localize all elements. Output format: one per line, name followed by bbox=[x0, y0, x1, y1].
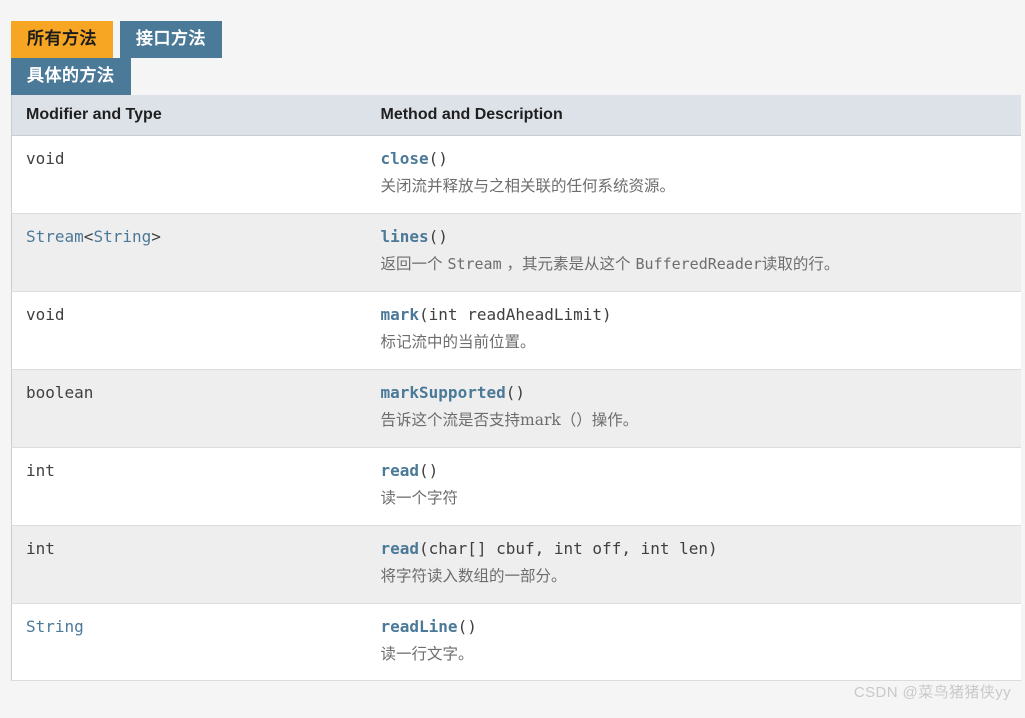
type-link-stream[interactable]: Stream bbox=[26, 227, 84, 246]
method-signature: read(char[] cbuf, int off, int len) bbox=[381, 539, 1009, 558]
table-row: boolean markSupported() 告诉这个流是否支持mark（）操… bbox=[11, 369, 1021, 448]
type-generic-open: < bbox=[83, 226, 94, 246]
method-args: (char[] cbuf, int off, int len) bbox=[419, 538, 718, 558]
method-summary-table: Modifier and Type Method and Description… bbox=[11, 95, 1021, 682]
method-name-link[interactable]: read bbox=[381, 539, 420, 558]
table-header-row: Modifier and Type Method and Description bbox=[11, 95, 1021, 136]
cell-modifier-type: void bbox=[11, 135, 367, 214]
csdn-watermark: CSDN @菜鸟猪猪侠yy bbox=[853, 684, 1011, 701]
method-name-link[interactable]: lines bbox=[381, 227, 429, 246]
tab-concrete-methods[interactable]: 具体的方法 bbox=[11, 58, 131, 95]
cell-method-description: mark(int readAheadLimit) 标记流中的当前位置。 bbox=[366, 291, 1021, 370]
type-text: int bbox=[26, 460, 55, 480]
method-description: 返回一个 Stream ，其元素是从这个 BufferedReader读取的行。 bbox=[381, 254, 1009, 275]
description-code-bufferedreader: BufferedReader bbox=[635, 254, 762, 273]
table-row: int read() 读一个字符 bbox=[11, 447, 1021, 526]
cell-modifier-type: int bbox=[11, 525, 367, 604]
cell-modifier-type: int bbox=[11, 447, 367, 526]
method-name-link[interactable]: read bbox=[381, 461, 420, 480]
cell-method-description: readLine() 读一行文字。 bbox=[366, 603, 1021, 682]
method-name-link[interactable]: markSupported bbox=[381, 383, 506, 402]
method-args: () bbox=[505, 382, 525, 402]
type-text: void bbox=[26, 149, 65, 168]
table-row: Stream<String> lines() 返回一个 Stream ，其元素是… bbox=[11, 213, 1021, 292]
type-generic-close: > bbox=[151, 226, 161, 246]
table-header: Modifier and Type Method and Description bbox=[11, 95, 1021, 136]
type-text: void bbox=[26, 304, 65, 324]
method-args: (int readAheadLimit) bbox=[419, 304, 612, 324]
method-args: () bbox=[428, 226, 448, 246]
method-name-link[interactable]: readLine bbox=[381, 617, 458, 636]
cell-method-description: read() 读一个字符 bbox=[366, 447, 1021, 526]
column-header-method-and-description: Method and Description bbox=[366, 95, 1021, 136]
description-text: 将字符读入数组的一部分。 bbox=[380, 566, 567, 585]
description-code-stream: Stream bbox=[447, 254, 502, 273]
cell-method-description: markSupported() 告诉这个流是否支持mark（）操作。 bbox=[366, 369, 1021, 448]
cell-method-description: read(char[] cbuf, int off, int len) 将字符读… bbox=[366, 525, 1021, 604]
type-text: int bbox=[26, 538, 55, 558]
description-text-mid: ，其元素是从这个 bbox=[501, 254, 636, 273]
tab-all-methods[interactable]: 所有方法 bbox=[11, 21, 113, 58]
cell-method-description: lines() 返回一个 Stream ，其元素是从这个 BufferedRea… bbox=[366, 213, 1021, 292]
cell-modifier-type: boolean bbox=[11, 369, 367, 448]
table-row: String readLine() 读一行文字。 bbox=[11, 603, 1021, 682]
tab-interface-methods[interactable]: 接口方法 bbox=[120, 21, 222, 58]
method-description: 标记流中的当前位置。 bbox=[381, 332, 1009, 353]
method-args: () bbox=[428, 149, 448, 168]
table-body: void close() 关闭流并释放与之相关联的任何系统资源。 Stream<… bbox=[11, 135, 1021, 682]
table-row: void mark(int readAheadLimit) 标记流中的当前位置。 bbox=[11, 291, 1021, 370]
method-description: 关闭流并释放与之相关联的任何系统资源。 bbox=[381, 176, 1009, 197]
method-filter-tabs: 所有方法 接口方法 具体的方法 bbox=[11, 21, 1020, 95]
cell-modifier-type: void bbox=[11, 291, 367, 370]
table-row: int read(char[] cbuf, int off, int len) … bbox=[11, 525, 1021, 604]
description-text: 返回一个 bbox=[380, 254, 448, 273]
method-signature: mark(int readAheadLimit) bbox=[381, 305, 1009, 324]
method-description: 读一个字符 bbox=[381, 488, 1009, 509]
tab-spacer bbox=[113, 21, 120, 58]
method-args: () bbox=[457, 616, 477, 636]
column-header-modifier-and-type: Modifier and Type bbox=[11, 95, 367, 136]
tab-row-secondary: 具体的方法 bbox=[11, 58, 1020, 95]
type-link-string[interactable]: String bbox=[93, 227, 151, 246]
method-signature: read() bbox=[381, 461, 1009, 480]
description-text: 告诉这个流是否支持mark（）操作。 bbox=[380, 410, 639, 429]
description-text: 关闭流并释放与之相关联的任何系统资源。 bbox=[380, 177, 676, 195]
method-args: () bbox=[419, 460, 439, 480]
method-signature: close() bbox=[381, 149, 1009, 168]
method-signature: readLine() bbox=[381, 617, 1009, 636]
table-row: void close() 关闭流并释放与之相关联的任何系统资源。 bbox=[11, 135, 1021, 214]
method-name-link[interactable]: close bbox=[381, 149, 429, 168]
method-name-link[interactable]: mark bbox=[381, 305, 420, 324]
type-link-string[interactable]: String bbox=[26, 617, 84, 636]
cell-modifier-type: Stream<String> bbox=[11, 213, 367, 292]
method-description: 告诉这个流是否支持mark（）操作。 bbox=[381, 410, 1009, 431]
description-text-end: 读取的行。 bbox=[761, 254, 840, 273]
type-text: boolean bbox=[26, 382, 94, 402]
cell-modifier-type: String bbox=[11, 603, 367, 682]
method-description: 将字符读入数组的一部分。 bbox=[381, 566, 1009, 587]
method-description: 读一行文字。 bbox=[381, 644, 1009, 665]
method-signature: lines() bbox=[381, 227, 1009, 246]
description-text: 读一个字符 bbox=[380, 488, 459, 507]
description-text: 读一行文字。 bbox=[380, 644, 474, 663]
method-signature: markSupported() bbox=[381, 383, 1009, 402]
description-text: 标记流中的当前位置。 bbox=[380, 332, 536, 351]
tab-row-primary: 所有方法 接口方法 bbox=[11, 21, 1020, 58]
cell-method-description: close() 关闭流并释放与之相关联的任何系统资源。 bbox=[366, 135, 1021, 214]
